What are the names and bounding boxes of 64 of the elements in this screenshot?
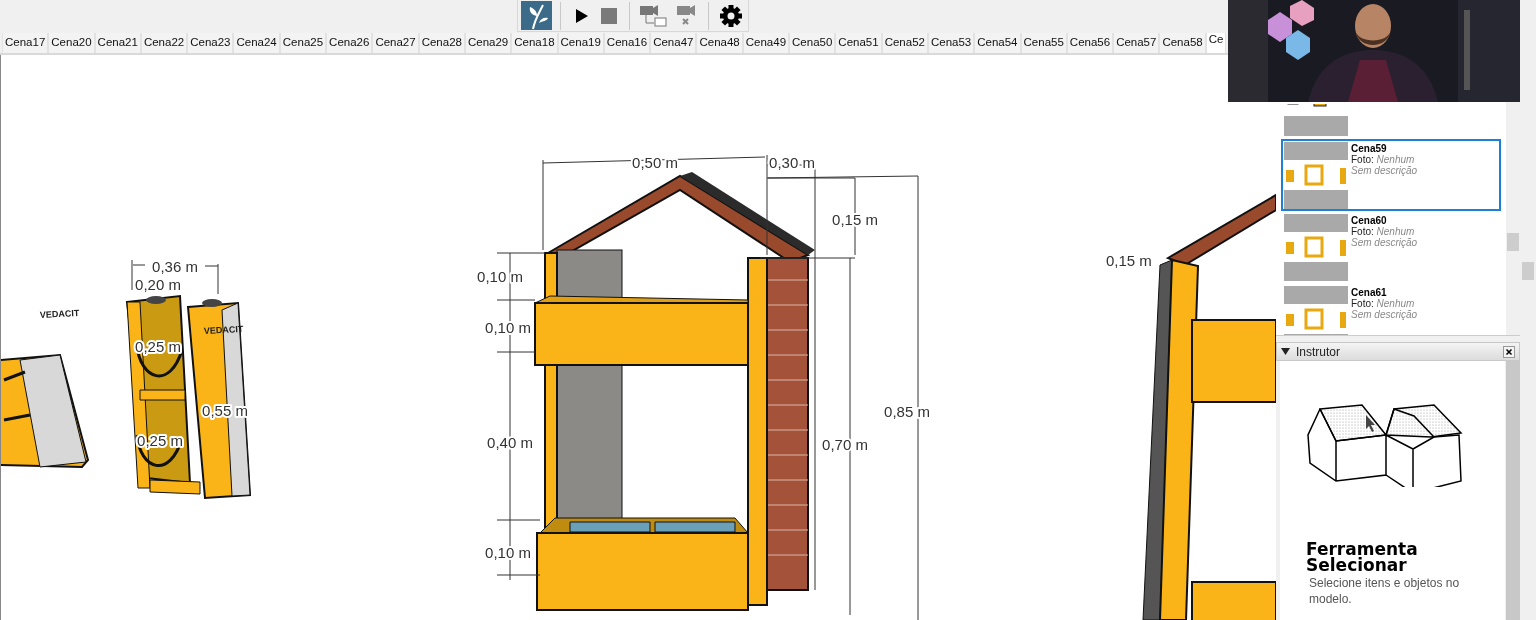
dimension-label: 0,15 m bbox=[832, 211, 878, 228]
scene-tab[interactable]: Cena27 bbox=[372, 33, 419, 53]
scene-tab[interactable]: Cena48 bbox=[696, 33, 743, 53]
scene-name: Cena59 bbox=[1351, 143, 1388, 154]
brand-label: VEDACIT bbox=[39, 307, 80, 320]
scene-tab[interactable]: Cena55 bbox=[1020, 33, 1067, 53]
scene-tab[interactable]: Cena25 bbox=[279, 33, 327, 53]
scene-name: Cena61 bbox=[1351, 287, 1388, 298]
scene-item[interactable]: Cena59 Foto: Nenhum Sem descrição bbox=[1281, 139, 1501, 211]
logo-button[interactable] bbox=[521, 1, 552, 30]
scrollbar-thumb[interactable] bbox=[1507, 233, 1519, 251]
dimension-label: 0,36 m bbox=[152, 258, 198, 275]
scene-tab[interactable]: Cena29 bbox=[464, 33, 512, 53]
scene-description: Sem descrição bbox=[1351, 237, 1418, 248]
dimension-label: 0,10 m bbox=[485, 544, 531, 561]
scene-tab[interactable]: Cena53 bbox=[927, 33, 975, 53]
dimension-label: 0,20 m bbox=[135, 276, 181, 293]
dimension-label: 0,10 m bbox=[477, 268, 523, 285]
scene-tab[interactable]: Cena47 bbox=[650, 33, 697, 53]
scene-tab[interactable]: Cena26 bbox=[326, 33, 373, 53]
tool-description: Selecione itens e objetos no modelo. bbox=[1309, 575, 1461, 607]
scene-item[interactable]: Cena60 Foto: Nenhum Sem descrição bbox=[1281, 211, 1501, 283]
scene-tab[interactable]: Cena17 bbox=[2, 33, 49, 53]
dimension-label: 0,40 m bbox=[487, 434, 533, 451]
scene-name: Cena60 bbox=[1351, 215, 1388, 226]
scrollbar[interactable] bbox=[1505, 361, 1520, 620]
scene-description: Sem descrição bbox=[1351, 309, 1418, 320]
logo-icon bbox=[521, 1, 552, 30]
tool-heading: Ferramenta Selecionar bbox=[1306, 541, 1419, 573]
scene-photo: Foto: Nenhum bbox=[1351, 298, 1416, 309]
scene-thumbnail bbox=[1284, 142, 1348, 209]
scene-tab[interactable]: Cena49 bbox=[742, 33, 790, 53]
scene-description: Sem descrição bbox=[1351, 165, 1418, 176]
scene-tab[interactable]: Cena54 bbox=[974, 33, 1021, 53]
scene-tab[interactable]: Cena58 bbox=[1159, 33, 1206, 53]
scrollbar-thumb[interactable] bbox=[1522, 262, 1534, 280]
dimension-label: 0,10 m bbox=[485, 319, 531, 336]
dimension-label: 0,85 m bbox=[884, 403, 930, 420]
dimension-label: 0,15 m bbox=[1106, 252, 1152, 269]
scene-tab[interactable]: Ce bbox=[1205, 33, 1227, 53]
scene-tab[interactable]: Cena21 bbox=[94, 33, 141, 53]
scene-tab[interactable]: Cena22 bbox=[140, 33, 188, 53]
scene-tab[interactable]: Cena51 bbox=[835, 33, 882, 53]
scene-tab[interactable]: Cena57 bbox=[1113, 33, 1160, 53]
scene-tab[interactable]: Cena20 bbox=[48, 33, 95, 53]
scene-tab[interactable]: Cena16 bbox=[603, 33, 651, 53]
scene-photo: Foto: Nenhum bbox=[1351, 154, 1416, 165]
scene-tab[interactable]: Cena56 bbox=[1066, 33, 1114, 53]
camera-icon bbox=[638, 2, 670, 29]
scene-tab[interactable]: Cena28 bbox=[418, 33, 465, 53]
brand-label: VEDACIT bbox=[203, 323, 244, 336]
scene-tab[interactable]: Cena52 bbox=[881, 33, 928, 53]
scene-tab[interactable]: Cena18 bbox=[511, 33, 558, 53]
panel-header[interactable]: Instrutor bbox=[1276, 342, 1520, 361]
scene-tab[interactable]: Cena24 bbox=[233, 33, 280, 53]
collapse-icon bbox=[1281, 348, 1290, 355]
dimension-label: 0,70 m bbox=[822, 436, 868, 453]
scene-tab[interactable]: Cena50 bbox=[789, 33, 836, 53]
scene-photo: Foto: Nenhum bbox=[1351, 226, 1416, 237]
close-icon[interactable] bbox=[1503, 345, 1515, 358]
scene-tab[interactable]: Cena19 bbox=[557, 33, 604, 53]
dimension-label: 0,30 m bbox=[769, 154, 815, 171]
scene-thumbnail bbox=[1284, 214, 1348, 281]
scene-tab[interactable]: Cena23 bbox=[187, 33, 234, 53]
